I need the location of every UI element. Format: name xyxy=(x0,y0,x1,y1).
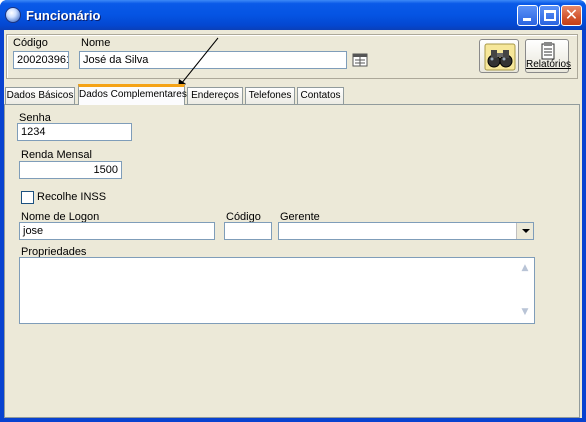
header-group: Código 200203961 Nome José da Silva Rela… xyxy=(6,34,578,79)
codigo-gerente-field[interactable] xyxy=(224,222,272,240)
scroll-down-icon[interactable]: ▼ xyxy=(520,307,530,317)
minimize-button[interactable] xyxy=(517,5,538,26)
gerente-select[interactable] xyxy=(278,222,534,240)
tab-panel-dados-complementares: Senha 1234 Renda Mensal 1500 Recolhe INS… xyxy=(4,104,580,418)
lookup-list-icon xyxy=(352,53,368,67)
app-icon[interactable] xyxy=(5,7,21,23)
maximize-button[interactable] xyxy=(539,5,560,26)
binoculars-icon xyxy=(484,43,516,71)
scroll-up-icon[interactable]: ▲ xyxy=(520,263,530,273)
codigo-label: Código xyxy=(13,37,48,49)
close-button[interactable]: ✕ xyxy=(561,5,582,26)
nome-field[interactable]: José da Silva xyxy=(79,51,347,69)
tab-enderecos[interactable]: Endereços xyxy=(187,87,243,104)
renda-mensal-label: Renda Mensal xyxy=(21,149,92,161)
propriedades-textarea[interactable]: ▲ ▼ xyxy=(19,257,535,324)
tab-strip: Dados Básicos Dados Complementares Ender… xyxy=(4,84,582,105)
codigo-field[interactable]: 200203961 xyxy=(13,51,69,69)
search-button[interactable] xyxy=(479,39,519,73)
title-bar[interactable]: Funcionário ✕ xyxy=(0,0,586,30)
nome-label: Nome xyxy=(81,37,111,49)
nome-logon-field[interactable]: jose xyxy=(19,222,215,240)
maximize-icon xyxy=(544,10,556,21)
minimize-icon xyxy=(523,18,531,21)
tab-dados-complementares[interactable]: Dados Complementares xyxy=(78,84,187,105)
tab-contatos[interactable]: Contatos xyxy=(297,87,344,104)
window-title: Funcionário xyxy=(26,8,101,23)
relatorios-label: Relatórios xyxy=(526,59,572,70)
lookup-button[interactable] xyxy=(351,52,370,69)
tab-dados-basicos[interactable]: Dados Básicos xyxy=(5,87,75,104)
propriedades-scrollbar[interactable]: ▲ ▼ xyxy=(517,258,534,323)
window-client-area: Código 200203961 Nome José da Silva Rela… xyxy=(4,30,582,418)
tab-telefones[interactable]: Telefones xyxy=(245,87,295,104)
recolhe-inss-checkbox[interactable] xyxy=(21,191,34,204)
renda-mensal-field[interactable]: 1500 xyxy=(19,161,122,179)
window-frame: Funcionário ✕ Código 200203961 Nome José… xyxy=(0,0,586,422)
senha-field[interactable]: 1234 xyxy=(17,123,132,141)
relatorios-button[interactable]: Relatórios xyxy=(525,39,572,73)
chevron-down-icon[interactable] xyxy=(516,223,533,239)
recolhe-inss-label: Recolhe INSS xyxy=(37,191,107,203)
close-icon: ✕ xyxy=(564,5,579,24)
